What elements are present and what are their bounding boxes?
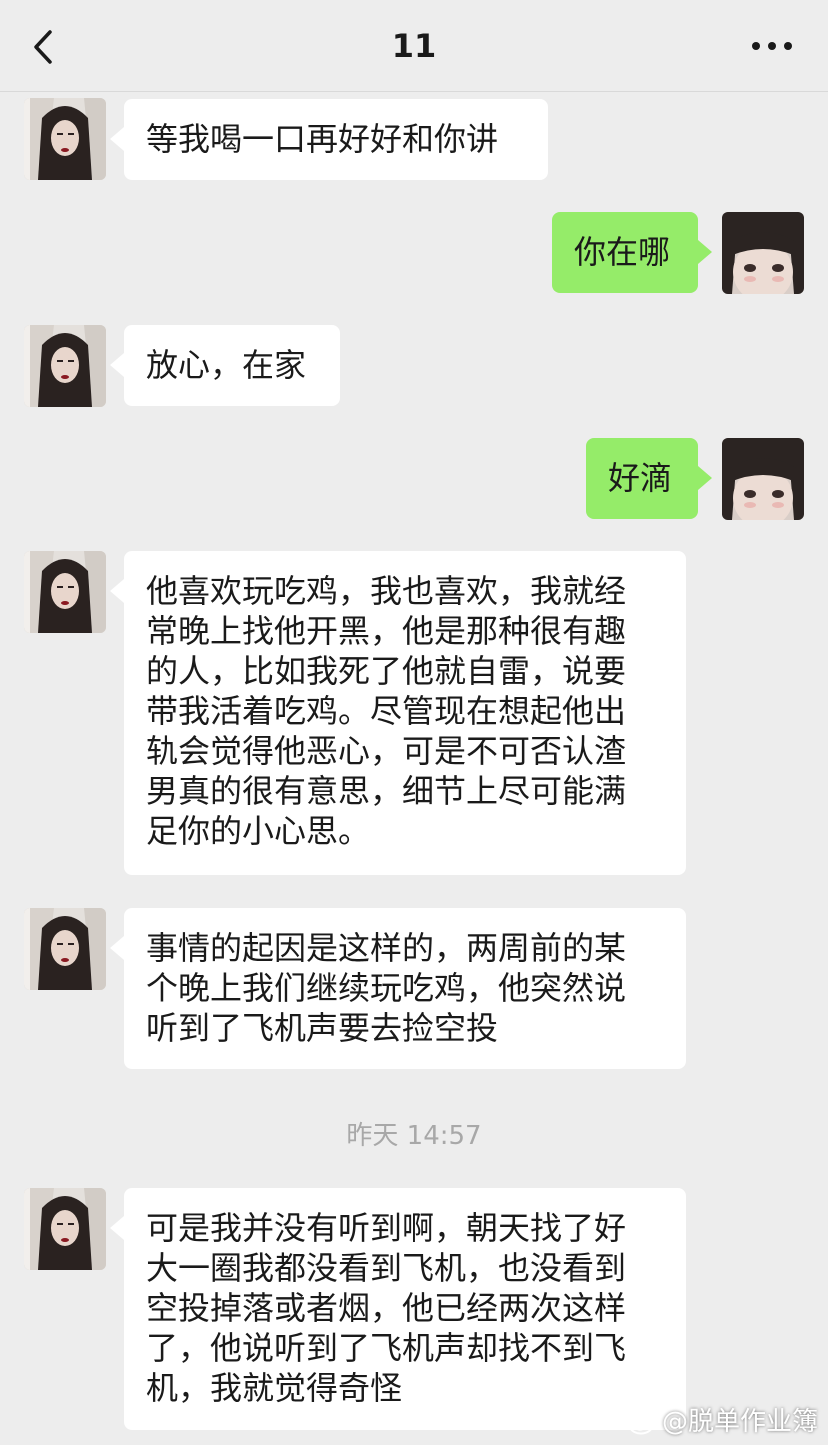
- message-timestamp: 昨天 14:57: [346, 1121, 482, 1151]
- message-line: 的人，比如我死了他就自雷，说要: [146, 652, 627, 690]
- contact-avatar[interactable]: [24, 1188, 106, 1270]
- message-line: 轨会觉得他恶心，可是不可否认渣: [146, 732, 627, 770]
- message-line: 了，他说听到了飞机声却找不到飞: [146, 1329, 627, 1367]
- message-bubble-received[interactable]: 等我喝一口再好好和你讲: [110, 99, 548, 180]
- message-text: 你在哪: [574, 233, 671, 271]
- watermark-text: @脱单作业簿: [661, 1407, 818, 1437]
- weibo-icon: [628, 1410, 658, 1434]
- my-avatar[interactable]: [722, 212, 804, 294]
- message-line: 足你的小心思。: [146, 812, 371, 850]
- message-line: 带我活着吃鸡。尽管现在想起他出: [146, 692, 627, 730]
- message-line: 事情的起因是这样的，两周前的某: [146, 929, 627, 967]
- message-line: 个晚上我们继续玩吃鸡，他突然说: [146, 969, 627, 1007]
- watermark: @脱单作业簿: [628, 1405, 818, 1439]
- message-text: 好滴: [608, 459, 673, 497]
- message-bubble-received[interactable]: 事情的起因是这样的，两周前的某 个晚上我们继续玩吃鸡，他突然说 听到了飞机声要去…: [110, 908, 686, 1069]
- more-dots-icon[interactable]: [752, 38, 792, 54]
- message-bubble-received[interactable]: 他喜欢玩吃鸡，我也喜欢，我就经 常晚上找他开黑，他是那种很有趣 的人，比如我死了…: [110, 551, 686, 875]
- message-line: 听到了飞机声要去捡空投: [146, 1009, 499, 1047]
- message-line: 可是我并没有听到啊，朝天找了好: [146, 1209, 627, 1247]
- contact-avatar[interactable]: [24, 325, 106, 407]
- message-line: 空投掉落或者烟，他已经两次这样: [146, 1289, 627, 1327]
- message-bubble-sent[interactable]: 好滴: [586, 438, 712, 519]
- message-text: 放心，在家: [146, 346, 307, 384]
- chat-title: 11: [391, 27, 437, 65]
- message-text: 等我喝一口再好好和你讲: [146, 120, 499, 158]
- contact-avatar[interactable]: [24, 98, 106, 180]
- message-bubble-received[interactable]: 放心，在家: [110, 325, 340, 406]
- my-avatar[interactable]: [722, 438, 804, 520]
- message-line: 大一圈我都没看到飞机，也没看到: [146, 1249, 627, 1287]
- message-line: 常晚上找他开黑，他是那种很有趣: [146, 612, 627, 650]
- contact-avatar[interactable]: [24, 908, 106, 990]
- message-bubble-sent[interactable]: 你在哪: [552, 212, 712, 293]
- navigation-bar: 11: [0, 0, 828, 92]
- message-line: 机，我就觉得奇怪: [146, 1369, 403, 1407]
- contact-avatar[interactable]: [24, 551, 106, 633]
- message-line: 他喜欢玩吃鸡，我也喜欢，我就经: [146, 572, 627, 610]
- message-line: 男真的很有意思，细节上尽可能满: [146, 772, 627, 810]
- message-bubble-received[interactable]: 可是我并没有听到啊，朝天找了好 大一圈我都没看到飞机，也没看到 空投掉落或者烟，…: [110, 1188, 686, 1430]
